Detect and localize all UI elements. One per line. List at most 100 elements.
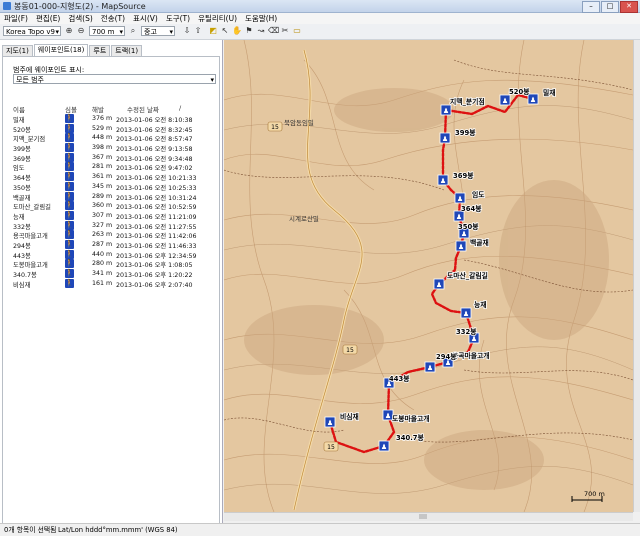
table-row[interactable]: 399봉 🚶 398 m 2013-01-06 오전 9:13:58 <box>13 143 213 153</box>
receive-from-device-icon[interactable]: ⇩ <box>182 26 192 36</box>
zoom-level-select[interactable]: 700 m <box>89 26 125 37</box>
waypoint-map-label: 369봉 <box>453 172 474 180</box>
track-tool-icon[interactable]: ✂ <box>280 26 290 36</box>
col-altitude[interactable]: 해발 <box>92 104 104 114</box>
select-tool-icon[interactable]: ↖ <box>220 26 230 36</box>
col-name[interactable]: 이름 <box>13 104 25 114</box>
menu-search[interactable]: 검색(S) <box>64 13 96 24</box>
waypoint-name: 밀재 <box>13 117 25 124</box>
waypoint-map-label: 520봉 <box>509 88 530 96</box>
tab-maps[interactable]: 지도(1) <box>2 45 33 56</box>
waypoint-altitude: 398 m <box>92 144 113 152</box>
table-row[interactable]: 임도 🚶 281 m 2013-01-06 오전 9:47:02 <box>13 162 213 172</box>
waypoint-date: 2013-01-06 오전 9:34:48 <box>116 155 193 163</box>
col-modified[interactable]: 수정된 날짜 <box>127 104 159 114</box>
waypoint-name: 443봉 <box>13 252 31 260</box>
menu-transfer[interactable]: 전송(T) <box>97 13 129 24</box>
menu-edit[interactable]: 편집(E) <box>32 13 64 24</box>
send-to-device-icon[interactable]: ⇧ <box>193 26 203 36</box>
table-row[interactable]: 364봉 🚶 361 m 2013-01-06 오전 10:21:33 <box>13 172 213 182</box>
table-row[interactable]: 밀재 🚶 376 m 2013-01-06 오전 8:10:38 <box>13 114 213 124</box>
map-tool-icon[interactable]: ◩ <box>208 26 218 36</box>
minimize-button[interactable]: – <box>582 1 600 13</box>
zoom-out-icon[interactable]: ⊖ <box>76 26 86 36</box>
close-button[interactable]: ✕ <box>620 1 638 13</box>
eraser-tool-icon[interactable]: ⌫ <box>268 26 279 36</box>
menu-file[interactable]: 파일(F) <box>0 13 32 24</box>
waypoint-date: 2013-01-06 오전 10:52:59 <box>116 204 197 212</box>
waypoint-name: 364봉 <box>13 175 31 183</box>
waypoint-date: 2013-01-06 오전 8:32:45 <box>116 126 193 134</box>
map-product-select[interactable]: Korea Topo v9 <box>3 26 61 37</box>
waypoint-name: 332봉 <box>13 223 31 231</box>
hiker-icon: 🚶 <box>65 143 74 153</box>
waypoint-map-label: 밀재 <box>543 88 556 97</box>
waypoint-altitude: 327 m <box>92 221 113 229</box>
table-row[interactable]: 능재 🚶 307 m 2013-01-06 오전 11:21:09 <box>13 210 213 221</box>
route-tool-icon[interactable]: ↝ <box>256 26 266 36</box>
waypoint-map-label: 332봉 <box>456 328 477 336</box>
waypoint-date: 2013-01-06 오전 11:42:06 <box>116 233 197 241</box>
hiker-icon: 🚶 <box>65 133 74 143</box>
measure-tool-icon[interactable]: ▭ <box>292 26 302 36</box>
category-filter-select[interactable]: 모든 범주 <box>13 74 216 85</box>
col-symbol[interactable]: 심볼 <box>65 104 77 114</box>
menu-tools[interactable]: 도구(T) <box>162 13 194 24</box>
map-vertical-scrollbar[interactable] <box>633 40 640 512</box>
zoom-tool-icon[interactable]: ⌕ <box>128 26 138 36</box>
hiker-icon: 🚶 <box>65 201 74 211</box>
map-horizontal-scrollbar[interactable] <box>224 512 633 521</box>
waypoint-altitude: 367 m <box>92 153 113 161</box>
table-row[interactable]: 백골재 🚶 289 m 2013-01-06 오전 10:31:24 <box>13 191 213 202</box>
tab-tracks[interactable]: 트랙(1) <box>111 45 143 56</box>
waypoint-altitude: 448 m <box>92 134 113 142</box>
tab-routes[interactable]: 루트 <box>89 45 111 56</box>
waypoint-altitude: 529 m <box>92 124 113 132</box>
table-row[interactable]: 비심재 🚶 161 m 2013-01-06 오후 2:07:40 <box>13 278 213 289</box>
menu-help[interactable]: 도움말(H) <box>241 13 281 24</box>
waypoint-date: 2013-01-06 오전 10:31:24 <box>116 194 197 202</box>
waypoint-map-label: 능재 <box>474 300 487 309</box>
map-view[interactable]: ♟ ♟ ♟ ♟ ♟ ♟ ♟ ♟ ♟ ♟ ♟ ♟ ♟ ♟ ♟ ♟ ♟ ♟ 15 15 15 북암동임밀 시계로산밀 … <box>224 40 633 512</box>
table-row[interactable]: 350봉 🚶 345 m 2013-01-06 오전 10:25:33 <box>13 181 213 192</box>
selection-status: 0개 항목이 선택됨 <box>4 526 57 534</box>
waypoint-map-label: 도마산_갈림길 <box>447 271 488 280</box>
app-icon <box>3 2 11 10</box>
road-route-label: 15 <box>327 444 335 451</box>
zoom-in-icon[interactable]: ⊕ <box>64 26 74 36</box>
table-row[interactable]: 332봉 🚶 327 m 2013-01-06 오전 11:27:55 <box>13 220 213 231</box>
scroll-thumb[interactable] <box>419 514 427 519</box>
waypoint-altitude: 360 m <box>92 202 113 210</box>
table-row[interactable]: 340.7봉 🚶 341 m 2013-01-06 오후 1:20:22 <box>13 269 213 279</box>
hiker-icon: ♟ <box>427 364 433 372</box>
table-row[interactable]: 용곡마을고개 🚶 263 m 2013-01-06 오전 11:42:06 <box>13 230 213 240</box>
waypoint-altitude: 289 m <box>92 192 113 200</box>
waypoint-date: 2013-01-06 오전 9:47:02 <box>116 165 193 173</box>
hiker-icon: ♟ <box>443 107 449 115</box>
tab-waypoints[interactable]: 웨이포인트(18) <box>33 44 89 56</box>
window-controls: – □ ✕ <box>582 1 638 13</box>
maximize-button[interactable]: □ <box>601 1 619 13</box>
table-row[interactable]: 지맥_분기점 🚶 448 m 2013-01-06 오전 8:57:47 <box>13 133 213 143</box>
waypoint-map-label: 340.7봉 <box>396 434 424 442</box>
table-row[interactable]: 369봉 🚶 367 m 2013-01-06 오전 9:34:48 <box>13 152 213 163</box>
detail-select[interactable]: 중고 <box>141 26 175 37</box>
waypoint-date: 2013-01-06 오전 10:21:33 <box>116 175 197 183</box>
waypoint-name: 능재 <box>13 213 25 221</box>
waypoint-altitude: 376 m <box>92 115 113 122</box>
menu-utilities[interactable]: 유틸리티(U) <box>194 13 241 24</box>
waypoint-altitude: 341 m <box>92 270 113 277</box>
waypoint-tool-icon[interactable]: ⚑ <box>244 26 254 36</box>
map-place-label: 북암동임밀 <box>284 119 314 127</box>
table-row[interactable]: 520봉 🚶 529 m 2013-01-06 오전 8:32:45 <box>13 123 213 134</box>
table-row[interactable]: 443봉 🚶 440 m 2013-01-06 오후 12:34:59 <box>13 249 213 260</box>
toolbar: Korea Topo v9 ⊕ ⊖ 700 m ⌕ 중고 ⇩ ⇧ ◩ ↖ ✋ ⚑… <box>0 24 640 40</box>
table-row[interactable]: 294봉 🚶 287 m 2013-01-06 오전 11:46:33 <box>13 239 213 250</box>
waypoint-altitude: 361 m <box>92 173 113 181</box>
hand-tool-icon[interactable]: ✋ <box>232 26 242 36</box>
menu-view[interactable]: 표시(V) <box>129 13 162 24</box>
hiker-icon: ♟ <box>471 335 477 343</box>
table-row[interactable]: 도마산_갈림길 🚶 360 m 2013-01-06 오전 10:52:59 <box>13 201 213 211</box>
hiker-icon: 🚶 <box>65 230 74 240</box>
table-row[interactable]: 도봉마을고개 🚶 280 m 2013-01-06 오후 1:08:05 <box>13 259 213 269</box>
